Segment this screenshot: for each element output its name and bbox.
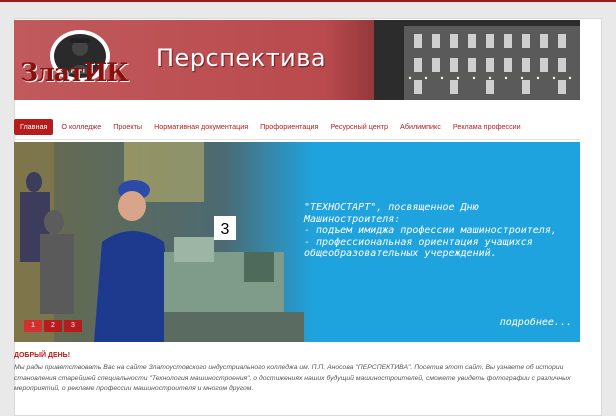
read-more-link[interactable]: подробнее... (500, 317, 572, 328)
nav-item-projects[interactable]: Проекты (107, 119, 148, 135)
logo-text: ЗлатИК (20, 58, 129, 87)
intro-text: Мы рады приветствовать Вас на сайте Злат… (14, 364, 571, 392)
nav-divider (14, 139, 580, 140)
top-border (0, 0, 616, 6)
header-banner: ЗлатИК Перспектива (14, 20, 580, 100)
site-title: Перспектива (156, 44, 327, 72)
main-nav: Главная О колледже Проекты Нормативная д… (14, 118, 580, 136)
nav-item-abilympics[interactable]: Абилимпикс (394, 119, 447, 135)
nav-item-career-guidance[interactable]: Профориентация (254, 119, 324, 135)
greeting-heading: ДОБРЫЙ ДЕНЬ! (14, 352, 71, 359)
image-slider[interactable]: 3 "ТЕХНОСТАРТ", посвященное Дню Машиност… (14, 142, 580, 342)
nav-item-about[interactable]: О колледже (55, 119, 107, 135)
slider-dot-2[interactable]: 2 (44, 320, 62, 332)
nav-item-documents[interactable]: Нормативная документация (148, 119, 254, 135)
slider-dot-1[interactable]: 1 (24, 320, 42, 332)
nav-item-profession-ads[interactable]: Реклама профессии (447, 119, 527, 135)
svg-text:3: 3 (221, 221, 230, 238)
building-photo (374, 20, 580, 100)
nav-item-home[interactable]: Главная (14, 119, 54, 135)
slide-photo: 3 (14, 142, 314, 342)
slide-caption: "ТЕХНОСТАРТ", посвященное Дню Машиностро… (304, 202, 557, 259)
slider-dot-3[interactable]: 3 (64, 320, 82, 332)
slider-pagination: 1 2 3 (24, 320, 82, 332)
nav-item-resource-center[interactable]: Ресурсный центр (324, 119, 394, 135)
